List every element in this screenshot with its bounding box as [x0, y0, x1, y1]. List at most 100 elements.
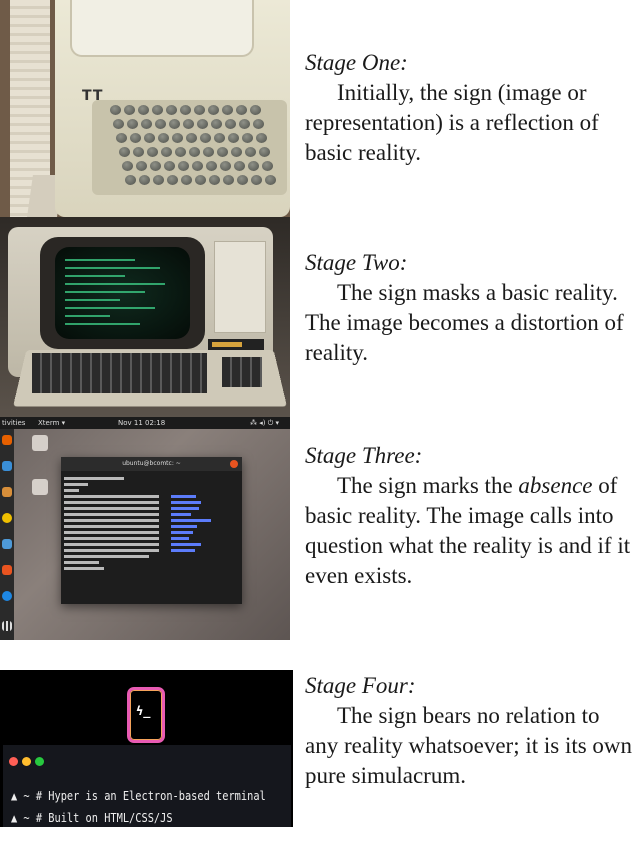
hyper-window[interactable]: ▲ ~ # Hyper is an Electron-based termina… [3, 745, 291, 827]
key [127, 119, 138, 129]
key [237, 175, 248, 185]
stage-two: Stage Two: The sign masks a basic realit… [305, 248, 635, 368]
key [169, 119, 180, 129]
stage-one-text: Initially, the sign (image or representa… [305, 80, 599, 165]
terminal-titlebar: ubuntu@bcomtc: ~ [61, 457, 242, 471]
key [228, 133, 239, 143]
key [119, 147, 130, 157]
key [167, 175, 178, 185]
key [180, 105, 191, 115]
stage-one-title: Stage One: [305, 50, 408, 75]
key [231, 147, 242, 157]
key [122, 161, 133, 171]
key [166, 105, 177, 115]
key [186, 133, 197, 143]
key [223, 175, 234, 185]
key [209, 175, 220, 185]
key [222, 105, 233, 115]
stage-four-title: Stage Four: [305, 673, 416, 698]
stage-three-text: The sign marks the absence of basic real… [305, 471, 635, 591]
activities-label[interactable]: tivities [2, 417, 25, 429]
key [195, 175, 206, 185]
key [197, 119, 208, 129]
key [110, 105, 121, 115]
system-tray[interactable]: ⁂ ◂) ⏻ ▾ [250, 417, 279, 429]
files-icon[interactable] [2, 487, 12, 497]
key [262, 161, 273, 171]
key [150, 161, 161, 171]
key [133, 147, 144, 157]
key [161, 147, 172, 157]
trash-icon[interactable] [32, 479, 48, 495]
key [225, 119, 236, 129]
key [147, 147, 158, 157]
close-button[interactable] [9, 757, 18, 766]
key [178, 161, 189, 171]
maximize-button[interactable] [35, 757, 44, 766]
key [124, 105, 135, 115]
key [206, 161, 217, 171]
key [248, 161, 259, 171]
key [256, 133, 267, 143]
key [158, 133, 169, 143]
software-icon[interactable] [2, 565, 12, 575]
key [239, 119, 250, 129]
key [155, 119, 166, 129]
key [144, 133, 155, 143]
key [189, 147, 200, 157]
music-icon[interactable] [2, 513, 12, 523]
microcomputer-photo [0, 217, 290, 417]
home-folder-icon[interactable] [32, 435, 48, 451]
app-dock [0, 429, 14, 640]
help-icon[interactable] [2, 591, 12, 601]
terminal-window[interactable]: ubuntu@bcomtc: ~ [61, 457, 242, 604]
terminal-line: ▲ ~ # Built on HTML/CSS/JS [11, 811, 173, 825]
hyper-logo-glyph: ϟ_ [136, 704, 151, 718]
stage-two-title: Stage Two: [305, 250, 408, 275]
terminal-title: ubuntu@bcomtc: ~ [122, 460, 181, 467]
key [234, 161, 245, 171]
clock[interactable]: Nov 11 02:18 [118, 417, 165, 429]
app-menu[interactable]: Xterm ▾ [38, 417, 65, 429]
key [152, 105, 163, 115]
key [113, 119, 124, 129]
key [250, 105, 261, 115]
key [183, 119, 194, 129]
key [253, 119, 264, 129]
key [251, 175, 262, 185]
key [217, 147, 228, 157]
stage-three: Stage Three: The sign marks the absence … [305, 441, 635, 591]
minimize-button[interactable] [22, 757, 31, 766]
key [220, 161, 231, 171]
key [130, 133, 141, 143]
disk-drive [214, 241, 266, 333]
key [245, 147, 256, 157]
key [136, 161, 147, 171]
key [139, 175, 150, 185]
key [242, 133, 253, 143]
key [265, 175, 276, 185]
stage-one: Stage One: Initially, the sign (image or… [305, 48, 635, 168]
stage-two-text: The sign masks a basic reality. The imag… [305, 280, 624, 365]
apps-grid-icon[interactable] [2, 621, 12, 631]
key [211, 119, 222, 129]
key [181, 175, 192, 185]
stage-three-title: Stage Three: [305, 443, 423, 468]
key [200, 133, 211, 143]
firefox-icon[interactable] [2, 435, 12, 445]
mail-icon[interactable] [2, 461, 12, 471]
key [175, 147, 186, 157]
close-icon[interactable] [230, 460, 238, 468]
hyper-logo: ϟ_ [127, 687, 165, 743]
desktop-topbar: tivities Xterm ▾ Nov 11 02:18 ⁂ ◂) ⏻ ▾ [0, 417, 290, 429]
key [138, 105, 149, 115]
stage-three-text-before: The sign marks the [337, 473, 519, 498]
key [194, 105, 205, 115]
key [203, 147, 214, 157]
key [153, 175, 164, 185]
key [116, 133, 127, 143]
key [214, 133, 225, 143]
docs-icon[interactable] [2, 539, 12, 549]
key [141, 119, 152, 129]
stage-four: Stage Four: The sign bears no relation t… [305, 671, 635, 791]
